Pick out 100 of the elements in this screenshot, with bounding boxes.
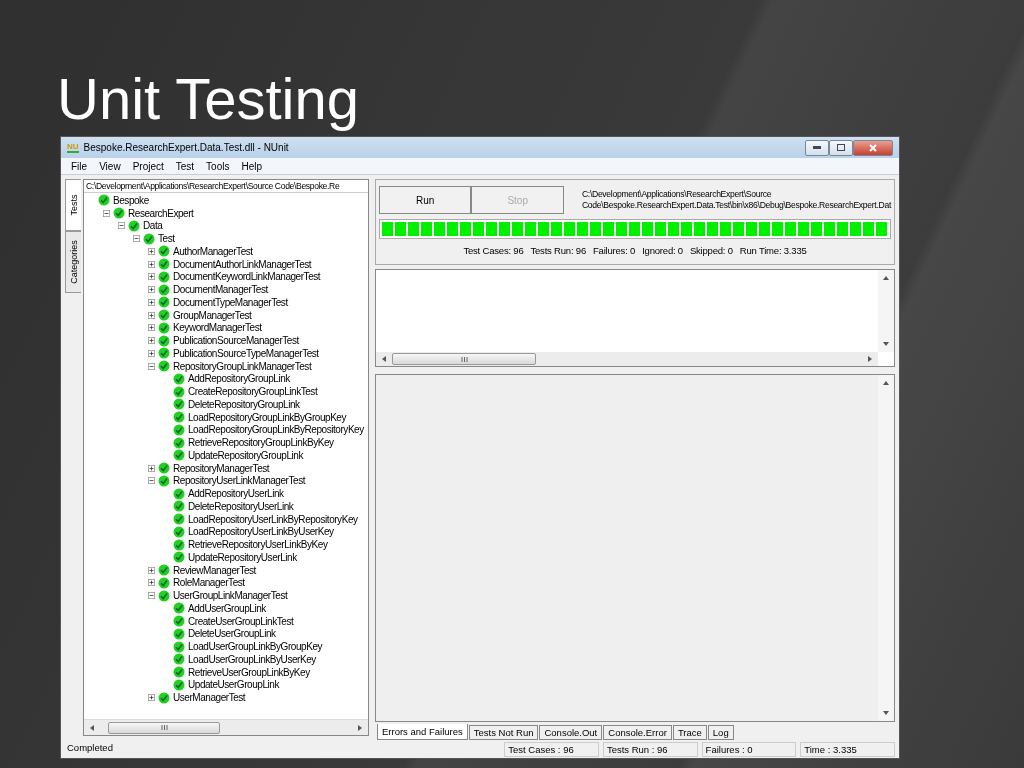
tree-item[interactable]: LoadUserGroupLinkByGroupKey	[188, 641, 323, 653]
result-tab[interactable]: Console.Out	[539, 725, 603, 740]
tree-item[interactable]: ReviewManagerTest	[173, 564, 256, 576]
menu-item[interactable]: Test	[169, 160, 201, 172]
tree-item[interactable]: CreateUserGroupLinkTest	[188, 615, 294, 627]
result-tab[interactable]: Console.Error	[603, 725, 672, 740]
tree-item[interactable]: UpdateUserGroupLink	[188, 679, 279, 691]
tree-item[interactable]: RetrieveRepositoryUserLinkByKey	[188, 539, 328, 551]
tree-item[interactable]: AuthorManagerTest	[173, 245, 253, 257]
side-tab[interactable]: Categories	[65, 231, 81, 293]
scroll-thumb[interactable]	[108, 721, 220, 734]
tree-item[interactable]: UserGroupLinkManagerTest	[173, 590, 288, 602]
tree-item[interactable]: CreateRepositoryGroupLinkTest	[188, 386, 318, 398]
expand-icon[interactable]	[147, 311, 155, 319]
arrow-icon[interactable]	[380, 355, 388, 363]
tree-item[interactable]: PublicationSourceTypeManagerTest	[173, 347, 319, 359]
tree-item[interactable]: UpdateRepositoryGroupLink	[188, 449, 303, 461]
collapse-icon[interactable]	[117, 222, 125, 230]
tree-item[interactable]: RetrieveUserGroupLinkByKey	[188, 666, 310, 678]
expand-icon[interactable]	[147, 694, 155, 702]
menu-item[interactable]: Tools	[200, 160, 236, 172]
check-icon	[158, 270, 170, 283]
expand-icon[interactable]	[147, 260, 155, 268]
arrow-icon[interactable]	[356, 723, 364, 732]
tree-item[interactable]: RepositoryManagerTest	[173, 462, 270, 474]
expand-icon[interactable]	[147, 337, 155, 345]
expand-icon[interactable]	[147, 464, 155, 472]
menu-item[interactable]: View	[93, 160, 127, 172]
expand-icon[interactable]	[147, 579, 155, 587]
collapse-icon[interactable]	[147, 362, 155, 370]
check-icon	[173, 602, 185, 615]
tree-item[interactable]: GroupManagerTest	[173, 309, 252, 321]
tree-item[interactable]: RoleManagerTest	[173, 577, 245, 589]
tree-item[interactable]: UserManagerTest	[173, 692, 246, 704]
expand-icon[interactable]	[147, 247, 155, 255]
check-icon	[173, 487, 185, 500]
minimize-button[interactable]	[805, 139, 829, 156]
expand-icon[interactable]	[147, 324, 155, 332]
collapse-icon[interactable]	[132, 235, 140, 243]
tree-item[interactable]: AddRepositoryGroupLink	[188, 373, 290, 385]
tree-item[interactable]: DocumentAuthorLinkManagerTest	[173, 258, 312, 270]
menu-item[interactable]: File	[65, 160, 94, 172]
slide-title: Unit Testing	[56, 65, 360, 133]
tree-item[interactable]: DocumentManagerTest	[173, 284, 268, 296]
expand-icon[interactable]	[147, 286, 155, 294]
tree-item[interactable]: ResearchExpert	[128, 207, 194, 219]
close-button[interactable]	[853, 139, 893, 156]
tree-item[interactable]: Bespoke	[113, 194, 149, 206]
collapse-icon[interactable]	[102, 209, 110, 217]
tree-item[interactable]: DocumentTypeManagerTest	[173, 296, 288, 308]
tree-item[interactable]: AddUserGroupLink	[188, 602, 266, 614]
horizontal-scrollbar[interactable]	[376, 352, 878, 366]
tree-item[interactable]: DeleteRepositoryUserLink	[188, 500, 294, 512]
tree-item[interactable]: AddRepositoryUserLink	[188, 488, 284, 500]
tree-item[interactable]: UpdateRepositoryUserLink	[188, 551, 297, 563]
result-tab[interactable]: Errors and Failures	[377, 724, 468, 740]
result-tab[interactable]: Tests Not Run	[468, 725, 539, 740]
tree-item[interactable]: LoadRepositoryGroupLinkByGroupKey	[188, 411, 347, 423]
tree-item[interactable]: Data	[143, 220, 163, 232]
result-tab[interactable]: Log	[707, 725, 734, 740]
expand-icon[interactable]	[147, 566, 155, 574]
horizontal-scrollbar[interactable]	[84, 719, 368, 735]
vertical-scrollbar[interactable]	[878, 375, 894, 721]
scroll-thumb[interactable]	[392, 353, 536, 365]
tree-item[interactable]: Test	[158, 233, 175, 245]
arrow-icon[interactable]	[882, 274, 890, 282]
tree-item[interactable]: RepositoryUserLinkManagerTest	[173, 475, 305, 487]
tree-item[interactable]: RetrieveRepositoryGroupLinkByKey	[188, 437, 334, 449]
tree-item[interactable]: LoadUserGroupLinkByUserKey	[188, 653, 316, 665]
check-icon	[158, 283, 170, 296]
tree-item[interactable]: KeywordManagerTest	[173, 322, 262, 334]
tree-item[interactable]: DocumentKeywordLinkManagerTest	[173, 271, 321, 283]
expand-icon[interactable]	[147, 349, 155, 357]
check-icon	[158, 564, 170, 577]
tree-item[interactable]: LoadRepositoryGroupLinkByRepositoryKey	[188, 424, 364, 436]
arrow-icon[interactable]	[882, 709, 890, 717]
collapse-icon[interactable]	[147, 592, 155, 600]
stat-text: Run Time: 3.335	[739, 245, 807, 256]
expand-icon[interactable]	[147, 298, 155, 306]
tree-item[interactable]: LoadRepositoryUserLinkByRepositoryKey	[188, 513, 358, 525]
arrow-icon[interactable]	[88, 723, 96, 732]
menu-item[interactable]: Help	[235, 160, 269, 172]
arrow-icon[interactable]	[882, 379, 890, 387]
tree-item[interactable]: DeleteUserGroupLink	[188, 628, 276, 640]
collapse-icon[interactable]	[147, 477, 155, 485]
expand-icon[interactable]	[147, 273, 155, 281]
maximize-icon	[837, 144, 845, 151]
tree-item[interactable]: RepositoryGroupLinkManagerTest	[173, 360, 312, 372]
status-panel: Time : 3.335	[800, 741, 895, 757]
tree-item[interactable]: LoadRepositoryUserLinkByUserKey	[188, 526, 334, 538]
result-tab[interactable]: Trace	[672, 725, 707, 740]
check-icon	[173, 627, 185, 640]
run-button[interactable]: Run	[379, 186, 472, 214]
tree-item[interactable]: PublicationSourceManagerTest	[173, 335, 299, 347]
side-tab[interactable]: Tests	[65, 179, 81, 231]
maximize-button[interactable]	[829, 139, 853, 156]
vertical-scrollbar[interactable]	[878, 270, 894, 352]
tree-item[interactable]: DeleteRepositoryGroupLink	[188, 398, 300, 410]
check-icon	[173, 551, 185, 564]
menu-item[interactable]: Project	[126, 160, 170, 172]
